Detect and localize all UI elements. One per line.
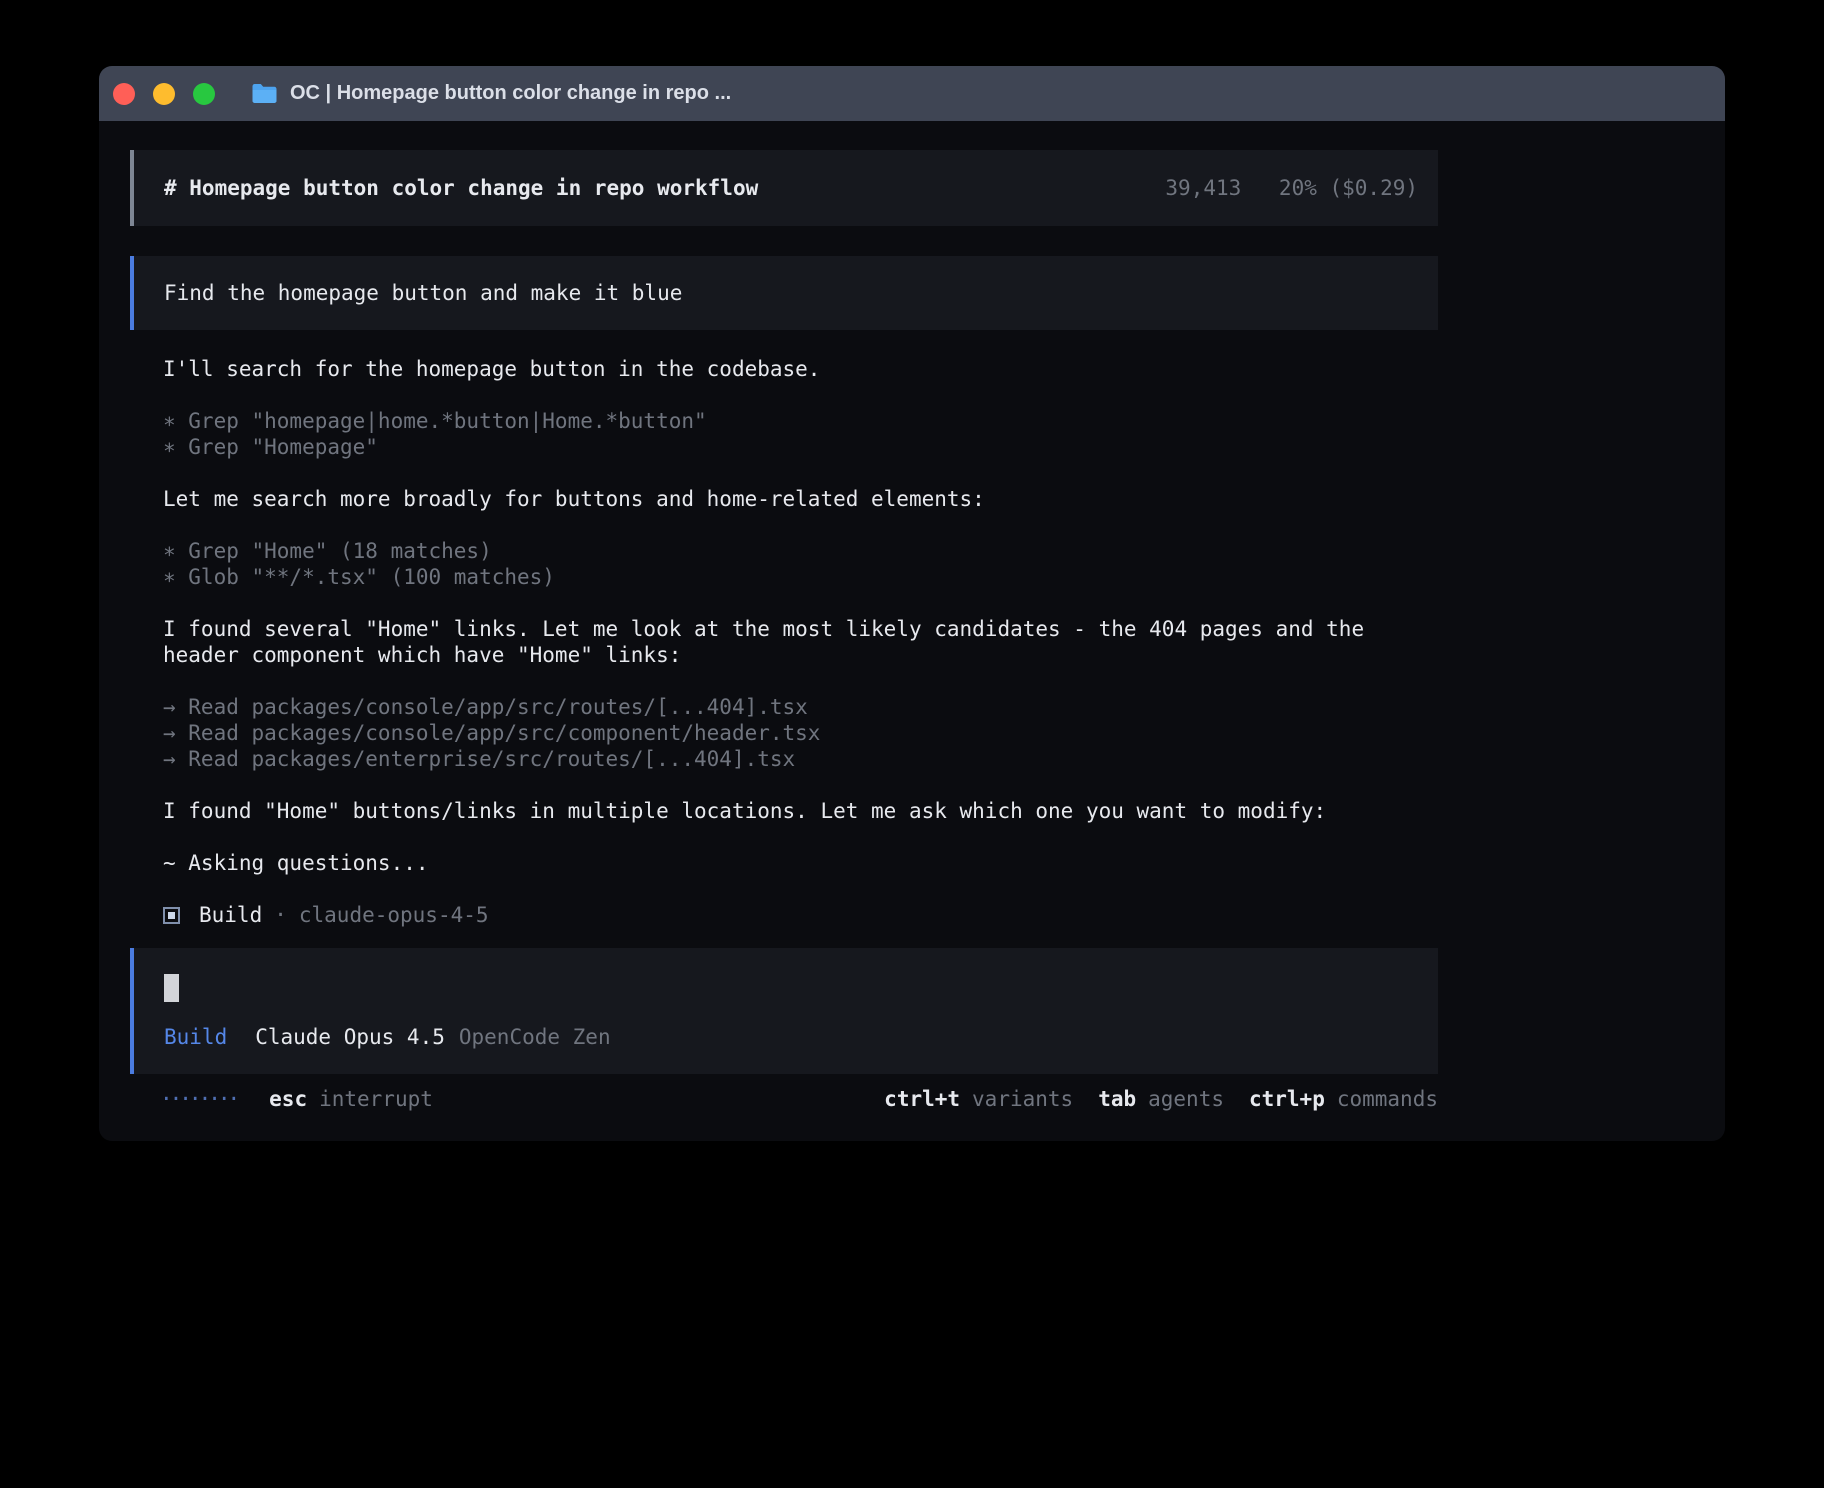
shortcut-label: commands	[1337, 1086, 1438, 1112]
esc-key-label: interrupt	[319, 1086, 433, 1112]
assistant-text-line: I found several "Home" links. Let me loo…	[163, 616, 1438, 668]
composer-model-label[interactable]: Claude Opus 4.5	[255, 1024, 445, 1050]
composer-input[interactable]: Build Claude Opus 4.5 OpenCode Zen	[130, 948, 1438, 1074]
esc-key-hint: esc	[269, 1086, 307, 1112]
status-bar-right: ctrl+t variants tab agents ctrl+p comman…	[884, 1086, 1438, 1112]
tool-call-group: → Read packages/console/app/src/routes/[…	[163, 694, 1438, 772]
context-usage: 20% ($0.29)	[1279, 176, 1418, 200]
shortcut-agents: tab agents	[1098, 1086, 1224, 1112]
shortcut-key: ctrl+t	[884, 1086, 960, 1112]
tool-call-line: ∗ Glob "**/*.tsx" (100 matches)	[163, 564, 1438, 590]
agent-icon-dot	[168, 912, 175, 919]
session-stats: 39,413 20% ($0.29)	[1165, 175, 1418, 201]
tool-call-line: → Read packages/console/app/src/componen…	[163, 720, 1438, 746]
assistant-paragraph: ~ Asking questions...	[163, 850, 1438, 876]
agent-status-line: Build · claude-opus-4-5	[163, 902, 1438, 928]
transcript: I'll search for the homepage button in t…	[130, 356, 1438, 928]
tool-call-group: ∗ Grep "Home" (18 matches) ∗ Glob "**/*.…	[163, 538, 1438, 590]
window-title: OC | Homepage button color change in rep…	[290, 82, 731, 105]
text-cursor	[164, 974, 179, 1002]
composer-agent-label[interactable]: Build	[164, 1024, 227, 1050]
session-header: # Homepage button color change in repo w…	[130, 150, 1438, 226]
shortcut-key: ctrl+p	[1249, 1086, 1325, 1112]
composer-provider-label: OpenCode Zen	[459, 1024, 611, 1050]
tool-call-group: ∗ Grep "homepage|home.*button|Home.*butt…	[163, 408, 1438, 460]
tool-call-line: ∗ Grep "homepage|home.*button|Home.*butt…	[163, 408, 1438, 434]
assistant-text-line: I'll search for the homepage button in t…	[163, 356, 1438, 382]
agent-status-name: Build	[199, 902, 262, 928]
agent-icon	[163, 907, 180, 924]
tool-call-line: → Read packages/console/app/src/routes/[…	[163, 694, 1438, 720]
status-bar-left: ········ esc interrupt	[160, 1086, 433, 1112]
tool-call-line: ∗ Grep "Homepage"	[163, 434, 1438, 460]
shortcut-variants: ctrl+t variants	[884, 1086, 1073, 1112]
assistant-paragraph: I found "Home" buttons/links in multiple…	[163, 798, 1438, 824]
shortcut-commands: ctrl+p commands	[1249, 1086, 1438, 1112]
session-title: # Homepage button color change in repo w…	[164, 175, 758, 201]
assistant-text-line: I found "Home" buttons/links in multiple…	[163, 798, 1438, 824]
minimize-button[interactable]	[153, 83, 175, 105]
shortcut-label: agents	[1148, 1086, 1224, 1112]
terminal-content: # Homepage button color change in repo w…	[99, 121, 1725, 1112]
tool-call-line: → Read packages/enterprise/src/routes/[.…	[163, 746, 1438, 772]
assistant-paragraph: Let me search more broadly for buttons a…	[163, 486, 1438, 512]
status-bar: ········ esc interrupt ctrl+t variants t…	[130, 1086, 1438, 1112]
window-titlebar: OC | Homepage button color change in rep…	[99, 66, 1725, 121]
token-count: 39,413	[1165, 176, 1241, 200]
assistant-text-line: Let me search more broadly for buttons a…	[163, 486, 1438, 512]
agent-status-model: claude-opus-4-5	[299, 902, 489, 928]
spinner-dots: ········	[160, 1086, 237, 1112]
composer-meta: Build Claude Opus 4.5 OpenCode Zen	[164, 1024, 1418, 1050]
tool-call-line: ∗ Grep "Home" (18 matches)	[163, 538, 1438, 564]
shortcut-label: variants	[972, 1086, 1073, 1112]
user-message: Find the homepage button and make it blu…	[130, 256, 1438, 330]
folder-icon	[251, 82, 278, 105]
shortcut-key: tab	[1098, 1086, 1136, 1112]
terminal-window: OC | Homepage button color change in rep…	[99, 66, 1725, 1141]
zoom-button[interactable]	[193, 83, 215, 105]
assistant-text-line: ~ Asking questions...	[163, 850, 1438, 876]
user-message-text: Find the homepage button and make it blu…	[164, 281, 682, 305]
agent-status-separator: ·	[274, 902, 287, 928]
assistant-paragraph: I'll search for the homepage button in t…	[163, 356, 1438, 382]
assistant-paragraph: I found several "Home" links. Let me loo…	[163, 616, 1438, 668]
close-button[interactable]	[113, 83, 135, 105]
